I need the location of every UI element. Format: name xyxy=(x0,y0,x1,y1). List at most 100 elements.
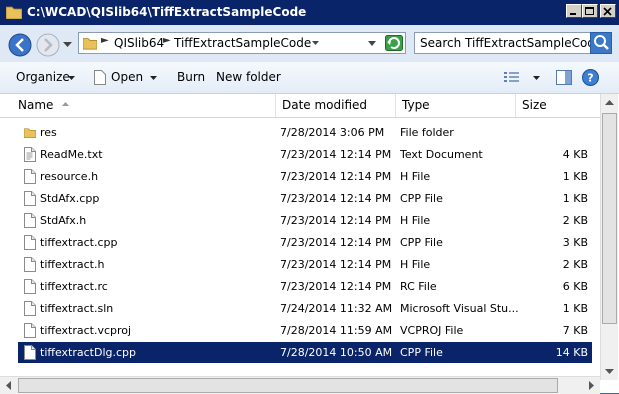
folder-icon xyxy=(6,6,22,19)
column-size-label: Size xyxy=(522,98,547,112)
minimize-button[interactable] xyxy=(566,4,582,18)
file-date-modified: 7/23/2014 12:14 PM xyxy=(280,192,392,205)
file-date-modified: 7/23/2014 12:14 PM xyxy=(280,258,392,271)
address-bar[interactable]: ► QISlib64 ► TiffExtractSampleCode xyxy=(78,32,406,54)
file-name: ReadMe.txt xyxy=(40,148,103,161)
scroll-down-icon[interactable] xyxy=(601,363,618,380)
scroll-up-icon[interactable] xyxy=(601,94,618,111)
help-icon[interactable]: ? xyxy=(582,69,599,86)
column-header-row: Name Date modified Type Size xyxy=(0,94,600,118)
organize-button[interactable]: Organize xyxy=(16,70,70,84)
file-date-modified: 7/23/2014 12:14 PM xyxy=(280,236,392,249)
search-box[interactable]: Search TiffExtractSampleCode xyxy=(414,32,612,54)
burn-button[interactable]: Burn xyxy=(177,70,205,84)
file-type: VCPROJ File xyxy=(400,324,464,337)
file-size: 4 KB xyxy=(562,148,588,161)
file-name: tiffextract.sln xyxy=(40,302,114,315)
column-header-type[interactable]: Type xyxy=(396,94,516,117)
file-icon xyxy=(24,235,36,250)
close-button[interactable] xyxy=(600,4,616,18)
horizontal-scrollbar[interactable] xyxy=(0,376,600,394)
file-name: tiffextract.cpp xyxy=(40,236,118,249)
file-row[interactable]: tiffextract.vcproj 7/28/2014 11:59 AM VCPR… xyxy=(18,320,592,341)
file-row[interactable]: tiffextract.sln 7/24/2014 11:32 AM Microso… xyxy=(18,298,592,319)
breadcrumb-tiffextract[interactable]: TiffExtractSampleCode xyxy=(174,36,311,50)
file-icon xyxy=(24,323,36,338)
breadcrumb-separator[interactable]: ► xyxy=(101,35,109,46)
close-icon xyxy=(603,7,612,16)
new-folder-button[interactable]: New folder xyxy=(216,70,281,84)
vertical-scroll-thumb[interactable] xyxy=(602,113,617,324)
file-type: Text Document xyxy=(400,148,483,161)
file-name: StdAfx.h xyxy=(40,214,87,227)
scroll-left-icon[interactable] xyxy=(0,377,17,394)
vertical-scrollbar[interactable] xyxy=(600,94,618,380)
chevron-down-icon[interactable] xyxy=(533,76,540,81)
file-size: 1 KB xyxy=(562,302,588,315)
file-date-modified: 7/23/2014 12:14 PM xyxy=(280,214,392,227)
maximize-button[interactable] xyxy=(582,4,598,18)
file-type: CPP File xyxy=(400,192,443,205)
file-type: CPP File xyxy=(400,346,443,359)
file-size: 3 KB xyxy=(562,236,588,249)
forward-button[interactable] xyxy=(36,33,60,57)
svg-text:?: ? xyxy=(587,72,593,85)
file-name: tiffextract.vcproj xyxy=(40,324,132,337)
search-button[interactable] xyxy=(590,32,612,54)
file-date-modified: 7/23/2014 12:14 PM xyxy=(280,280,392,293)
column-header-date[interactable]: Date modified xyxy=(276,94,396,117)
file-row[interactable]: ReadMe.txt 7/23/2014 12:14 PM Text Documen… xyxy=(18,144,592,165)
horizontal-scroll-thumb[interactable] xyxy=(18,378,558,393)
file-type: H File xyxy=(400,258,431,271)
file-row[interactable]: resource.h 7/23/2014 12:14 PM H File 1 KB xyxy=(18,166,592,187)
file-row[interactable]: tiffextract.h 7/23/2014 12:14 PM H File 2 K… xyxy=(18,254,592,275)
file-date-modified: 7/28/2014 3:06 PM xyxy=(280,126,385,139)
file-row[interactable]: StdAfx.cpp 7/23/2014 12:14 PM CPP File 1 KB xyxy=(18,188,592,209)
column-date-label: Date modified xyxy=(282,98,368,112)
view-options-icon[interactable] xyxy=(504,71,520,84)
breadcrumb-qislib64[interactable]: QISlib64 xyxy=(114,36,164,50)
column-type-label: Type xyxy=(402,98,430,112)
preview-pane-icon[interactable] xyxy=(556,70,572,85)
back-button[interactable] xyxy=(8,33,32,57)
refresh-icon[interactable] xyxy=(385,35,403,51)
file-type: CPP File xyxy=(400,236,443,249)
sort-ascending-icon xyxy=(62,102,69,106)
file-name: tiffextractDlg.cpp xyxy=(40,346,136,359)
address-history-dropdown[interactable] xyxy=(368,41,376,46)
folder-icon xyxy=(83,38,97,50)
file-size: 14 KB xyxy=(555,346,588,359)
column-name-label: Name xyxy=(18,98,54,112)
column-header-size[interactable]: Size xyxy=(516,94,600,117)
file-icon xyxy=(24,191,36,206)
file-row[interactable]: StdAfx.h 7/23/2014 12:14 PM H File 2 KB xyxy=(18,210,592,231)
file-row[interactable]: tiffextractDlg.cpp 7/28/2014 10:50 AM CPP … xyxy=(17,341,593,364)
file-date-modified: 7/23/2014 12:14 PM xyxy=(280,170,392,183)
file-name: res xyxy=(40,126,57,139)
title-bar[interactable]: C:\WCAD\QISlib64\TiffExtractSampleCode xyxy=(0,0,619,25)
breadcrumb-dropdown-icon[interactable] xyxy=(312,41,319,46)
file-size: 2 KB xyxy=(562,214,588,227)
breadcrumb-separator[interactable]: ► xyxy=(163,35,171,46)
column-header-name[interactable]: Name xyxy=(12,94,276,117)
file-type: Microsoft Visual Stu... xyxy=(400,302,519,315)
file-icon xyxy=(24,213,36,228)
file-type: RC File xyxy=(400,280,437,293)
file-row[interactable]: tiffextract.rc 7/23/2014 12:14 PM RC File 6… xyxy=(18,276,592,297)
file-icon xyxy=(94,70,106,85)
search-icon xyxy=(594,35,609,50)
recent-pages-dropdown[interactable] xyxy=(63,42,72,48)
window-title: C:\WCAD\QISlib64\TiffExtractSampleCode xyxy=(27,5,307,19)
file-row[interactable]: tiffextract.cpp 7/23/2014 12:14 PM CPP Fil… xyxy=(18,232,592,253)
file-size: 6 KB xyxy=(562,280,588,293)
scroll-right-icon[interactable] xyxy=(583,377,600,394)
file-icon xyxy=(24,169,36,184)
open-button[interactable]: Open xyxy=(111,70,143,84)
file-icon xyxy=(24,279,36,294)
search-input[interactable]: Search TiffExtractSampleCode xyxy=(420,36,602,50)
file-row[interactable]: res 7/28/2014 3:06 PM File folder xyxy=(18,122,592,143)
file-name: StdAfx.cpp xyxy=(40,192,100,205)
file-size: 1 KB xyxy=(562,170,588,183)
command-bar: Organize Open Burn New folder ? xyxy=(0,62,619,94)
text-file-icon xyxy=(24,147,36,162)
